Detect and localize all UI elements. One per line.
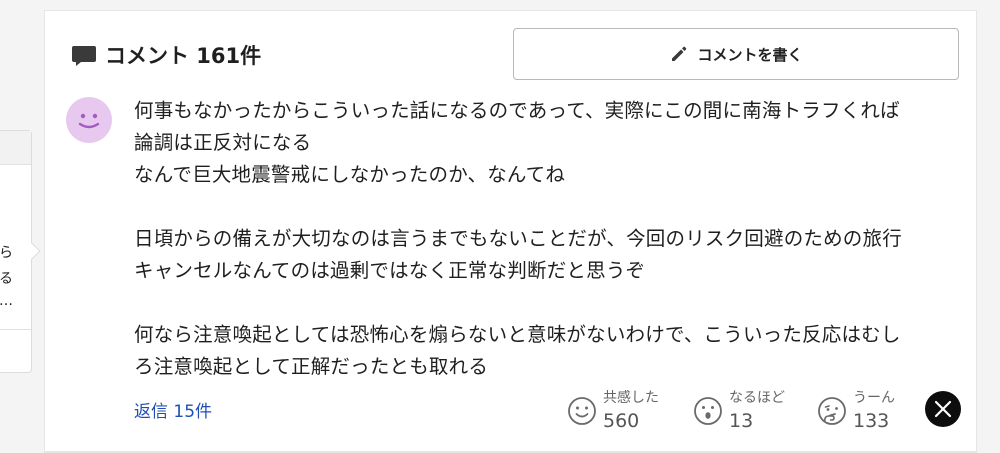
comments-heading: コメント 161件 [71,39,261,71]
avatar [66,97,112,143]
smiley-avatar-icon [78,113,100,129]
comment-panel: コメント 161件 コメントを書く 何事もなかったからこういった話になるのであっ… [44,10,977,451]
reaction-hmm-button[interactable]: うーん 133 [817,388,895,436]
adjacent-card-text: る [0,271,13,287]
comment-paragraph: 何事もなかったからこういった話になるのであって、実際にこの間に南海トラフくれば … [134,95,954,191]
comment-line: ろ注意喚起として正解だったとも取れる [134,355,489,378]
comment-line: 何なら注意喚起としては恐怖心を煽らないと意味がないわけで、こういった反応はむし [134,323,901,346]
comment-paragraph: 日頃からの備えが大切なのは言うまでもないことだが、今回のリスク回避のための旅行 … [134,223,954,287]
comments-heading-text: コメント 161件 [105,44,262,68]
replies-link[interactable]: 返信 15件 [134,397,212,422]
write-comment-button[interactable]: コメントを書く [513,28,959,80]
write-comment-label: コメントを書く [697,45,803,64]
pencil-icon [669,44,689,64]
reaction-count: 133 [853,410,890,432]
reaction-empathize-button[interactable]: 共感した 560 [567,388,659,436]
adjacent-card-text: ら [0,245,13,261]
adjacent-card-divider [0,329,31,330]
right-gutter [977,0,1000,453]
reaction-label: なるほど [729,390,785,406]
adjacent-card-header [0,131,31,165]
comment-paragraph: 何なら注意喚起としては恐怖心を煽らないと意味がないわけで、こういった反応はむし … [134,319,954,383]
adjacent-card-pointer [23,242,41,260]
comment-line: 日頃からの備えが大切なのは言うまでもないことだが、今回のリスク回避のための旅行 [134,227,902,250]
comment-text: 何事もなかったからこういった話になるのであって、実際にこの間に南海トラフくれば … [134,95,954,383]
adjacent-card-text: … [0,293,13,309]
reaction-count: 13 [729,410,754,432]
reaction-insightful-button[interactable]: なるほど 13 [693,388,785,436]
comment-line: なんで巨大地震警戒にしなかったのか、なんてね [134,163,566,186]
chat-bubble-icon [71,42,97,68]
smile-face-icon [568,397,596,425]
reaction-count: 560 [603,410,640,432]
comment-line: 何事もなかったからこういった話になるのであって、実際にこの間に南海トラフくれば [134,99,900,122]
share-x-button[interactable] [925,391,961,427]
top-gap [44,0,977,10]
comment-line: 論調は正反対になる [134,131,312,154]
adjacent-card: ら る … [0,130,41,373]
reaction-label: うーん [853,390,895,406]
reaction-label: 共感した [603,390,659,406]
x-logo-icon [934,400,952,418]
comment-line: キャンセルなんてのは過剰ではなく正常な判断だと思うぞ [134,259,646,282]
surprised-face-icon [694,397,722,425]
thinking-face-icon [818,397,846,425]
